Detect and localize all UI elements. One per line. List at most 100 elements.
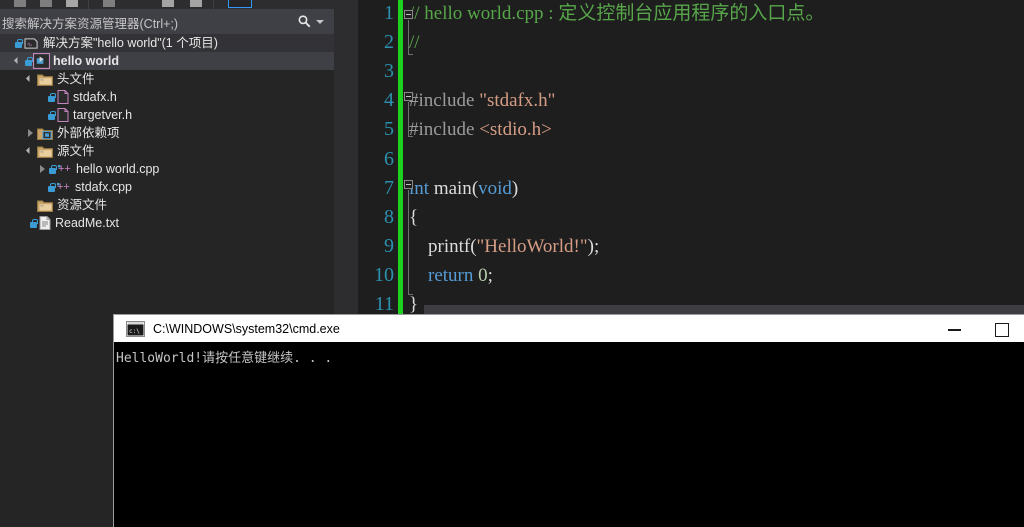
folder-icon [37, 200, 53, 212]
tree-item-label: 外部依赖项 [57, 126, 120, 140]
header-file-icon [57, 90, 69, 104]
code-token: { [409, 206, 419, 228]
code-token: "HelloWorld!" [476, 235, 588, 257]
code-token: return [428, 264, 474, 286]
tree-item-label: hello world.cpp [76, 162, 160, 176]
cmd-title-bar[interactable]: c:\ C:\WINDOWS\system32\cmd.exe [114, 315, 1024, 342]
tree-item-label: stdafx.cpp [75, 180, 132, 194]
line-number: 1 [384, 2, 394, 24]
lock-icon [15, 38, 23, 48]
config-box[interactable] [228, 0, 252, 8]
tree-item-resource-files-folder[interactable]: 资源文件 [0, 196, 334, 214]
text-file-icon [39, 216, 51, 230]
code-line[interactable]: // [409, 28, 420, 57]
save-icon[interactable] [66, 0, 78, 7]
outline-collapse-icon[interactable] [404, 10, 413, 19]
line-number: 11 [374, 293, 394, 315]
twisty-collapsed[interactable] [24, 124, 37, 142]
console-line: HelloWorld!请按任意键继续. . . [116, 351, 333, 366]
tree-item-header-files-folder[interactable]: 头文件 [0, 70, 334, 88]
svg-text:c:\: c:\ [129, 328, 140, 335]
editor-text-area[interactable]: // hello world.cpp : 定义控制台应用程序的入口点。 // #in… [403, 0, 1024, 315]
lock-icon [48, 182, 56, 192]
editor-horizontal-scrollbar[interactable] [424, 305, 1024, 315]
window-icon[interactable] [162, 0, 174, 7]
search-icon[interactable] [297, 14, 312, 29]
lock-icon [49, 164, 57, 174]
code-line[interactable]: #include <stdio.h> [409, 115, 552, 144]
app-root: 搜索解决方案资源管理器(Ctrl+;) ∿ 解决方案"hello world"(… [0, 0, 1024, 527]
code-line[interactable]: { [409, 203, 418, 232]
tree-item-project[interactable]: hello world [0, 52, 334, 70]
tree-item-hello-world-cpp[interactable]: ++ hello world.cpp [0, 160, 334, 178]
twisty-none [2, 34, 15, 52]
cpp-file-icon: ++ [57, 181, 70, 193]
tree-item-targetver-h[interactable]: targetver.h [0, 106, 334, 124]
solution-icon: ∿ [24, 37, 38, 49]
tree-item-label: ReadMe.txt [55, 216, 119, 230]
code-token: printf [409, 235, 471, 257]
cmd-console-output[interactable]: HelloWorld!请按任意键继续. . . [114, 342, 1024, 527]
line-number: 9 [384, 234, 394, 257]
line-number: 2 [384, 31, 394, 54]
code-token: 0 [478, 264, 488, 286]
tree-item-label: 资源文件 [57, 198, 108, 212]
outline-guide-foot [408, 54, 413, 55]
chevron-down-icon[interactable] [316, 20, 324, 24]
code-line[interactable]: // hello world.cpp : 定义控制台应用程序的入口点。 [409, 0, 824, 28]
tree-item-label: hello world [53, 54, 119, 68]
code-token: ); [587, 235, 600, 257]
outline-guide-line [408, 190, 409, 294]
twisty-expanded[interactable] [24, 70, 37, 88]
undo-icon[interactable] [14, 0, 26, 7]
search-bar[interactable]: 搜索解决方案资源管理器(Ctrl+;) [0, 9, 334, 34]
code-token: <stdio.h> [479, 119, 552, 141]
outline-guide-line [408, 20, 409, 54]
tree-item-stdafx-cpp[interactable]: ++ stdafx.cpp [0, 178, 334, 196]
search-input[interactable]: 搜索解决方案资源管理器(Ctrl+;) [2, 13, 178, 32]
code-editor[interactable]: // hello world.cpp : 定义控制台应用程序的入口点。 // #in… [334, 0, 1024, 315]
code-line[interactable]: return 0; [409, 261, 493, 290]
cmd-window[interactable]: c:\ C:\WINDOWS\system32\cmd.exe HelloWor… [114, 315, 1024, 527]
redo-icon[interactable] [40, 0, 52, 7]
vs-toolbar [0, 0, 334, 9]
svg-text:++: ++ [58, 163, 71, 175]
twisty-expanded[interactable] [24, 142, 37, 160]
tree-item-label: stdafx.h [73, 90, 117, 104]
tree-item-readme-txt[interactable]: ReadMe.txt [0, 214, 334, 232]
line-number: 4 [384, 89, 394, 112]
save-all-icon[interactable] [103, 0, 115, 7]
code-line[interactable]: int main(void) [409, 174, 518, 203]
line-number: 3 [384, 60, 394, 83]
lock-icon [25, 56, 33, 66]
external-deps-icon [37, 128, 53, 140]
header-file-icon [57, 108, 69, 122]
code-token: ) [511, 177, 519, 199]
tree-item-external-dependencies[interactable]: 外部依赖项 [0, 124, 334, 142]
tree-item-solution[interactable]: ∿ 解决方案"hello world"(1 个项目) [0, 34, 334, 52]
tree-item-label: 源文件 [57, 144, 95, 158]
outline-guide-foot [408, 294, 413, 295]
window-icon-2[interactable] [190, 0, 202, 7]
twisty-collapsed[interactable] [36, 160, 49, 178]
twisty-expanded[interactable] [12, 52, 25, 70]
line-number: 8 [384, 205, 394, 228]
code-token: ; [487, 264, 493, 286]
line-number: 10 [374, 263, 394, 286]
outline-collapse-icon[interactable] [404, 92, 413, 101]
lock-icon [48, 110, 56, 120]
lock-icon [48, 92, 56, 102]
code-token: } [409, 294, 419, 315]
tree-item-source-files-folder[interactable]: 源文件 [0, 142, 334, 160]
lock-icon [30, 218, 38, 228]
maximize-button[interactable] [978, 315, 1024, 342]
code-token: #include [409, 119, 480, 141]
minimize-button[interactable] [932, 315, 978, 342]
code-line[interactable]: #include "stdafx.h" [409, 86, 555, 115]
tree-item-stdafx-h[interactable]: stdafx.h [0, 88, 334, 106]
code-line[interactable]: printf("HelloWorld!"); [409, 232, 599, 261]
line-number-list: 123456789101112 [334, 0, 398, 315]
line-number: 5 [384, 118, 394, 141]
outline-collapse-icon[interactable] [404, 180, 413, 189]
